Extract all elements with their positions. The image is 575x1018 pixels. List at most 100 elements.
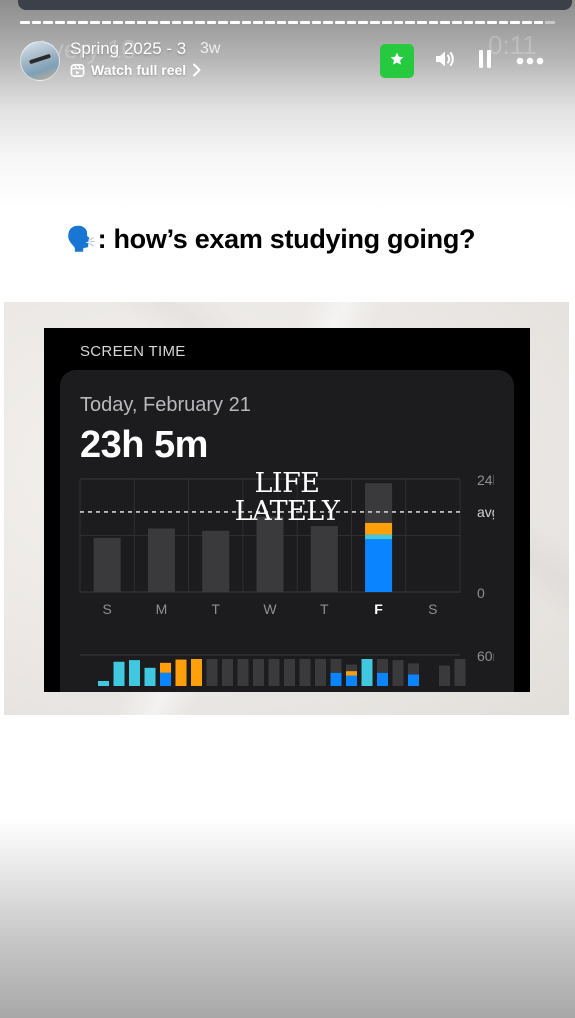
day-bar — [147, 528, 175, 592]
progress-segment — [416, 21, 427, 24]
hour-bar-segment — [237, 659, 249, 686]
day-label: T — [211, 601, 220, 617]
hour-bar-segment — [377, 672, 388, 686]
progress-segment — [370, 21, 380, 24]
chevron-right-icon — [192, 63, 202, 77]
day-bar — [93, 537, 121, 592]
avatar[interactable] — [20, 41, 60, 81]
hour-bar-segment — [454, 659, 466, 686]
mute-button[interactable] — [433, 50, 457, 72]
day-label: S — [428, 601, 437, 617]
progress-segment — [276, 21, 287, 24]
progress-segment — [101, 21, 112, 24]
progress-segment — [521, 21, 532, 24]
screen-time-screenshot: SCREEN TIME Today, February 21 23h 5m SM… — [44, 328, 530, 692]
progress-segment — [405, 21, 415, 24]
progress-segment — [533, 21, 544, 24]
reel-icon — [70, 63, 85, 78]
day-bar-segment — [365, 539, 393, 592]
screen-time-date: Today, February 21 — [80, 394, 251, 416]
life-lately-watermark: LIFE LATELY — [224, 470, 350, 526]
progress-segment — [195, 21, 205, 24]
hour-bar-segment — [330, 659, 342, 673]
progress-segment — [545, 21, 555, 24]
hour-bar-segment — [160, 662, 171, 673]
progress-segment — [66, 21, 77, 24]
progress-segment — [335, 21, 345, 24]
hour-bar-segment — [439, 665, 450, 686]
progress-segment — [148, 21, 159, 24]
day-bar — [256, 516, 284, 592]
more-dots-icon — [516, 52, 544, 70]
hour-bar-segment — [299, 659, 311, 686]
close-friends-star-button[interactable] — [380, 44, 414, 78]
progress-segment — [55, 21, 65, 24]
screen-time-label: SCREEN TIME — [80, 343, 186, 360]
story-title[interactable]: Spring 2025 - 3 — [70, 39, 186, 59]
y-tick-label: 24h — [477, 472, 494, 488]
progress-segment — [206, 21, 217, 24]
story-progress-bar — [20, 21, 555, 24]
day-bar-segment — [365, 522, 393, 535]
progress-segment — [241, 21, 252, 24]
hour-bar-segment — [408, 663, 419, 675]
progress-segment — [463, 21, 474, 24]
hour-bar-segment — [346, 675, 357, 686]
caption-text: : how’s exam studying going? — [97, 224, 476, 254]
hour-bar-segment — [144, 667, 156, 686]
progress-segment — [43, 21, 54, 24]
hour-bar-segment — [392, 660, 404, 686]
progress-segment — [230, 21, 240, 24]
progress-segment — [136, 21, 147, 24]
hour-bar-segment — [113, 661, 125, 686]
progress-segment — [440, 21, 450, 24]
progress-segment — [90, 21, 100, 24]
hour-bar-segment — [346, 664, 357, 672]
day-bar — [310, 526, 338, 592]
hour-bar-segment — [160, 672, 171, 686]
time-ago: 3w — [200, 40, 221, 57]
more-options-button[interactable] — [515, 52, 545, 70]
progress-segment — [510, 21, 520, 24]
hour-bar-segment — [222, 659, 233, 686]
speaker-icon — [434, 49, 456, 74]
hour-bar-segment — [330, 672, 342, 686]
progress-segment — [311, 21, 322, 24]
progress-segment — [265, 21, 275, 24]
day-label: W — [263, 601, 277, 617]
hour-bar-segment — [315, 659, 326, 686]
watch-full-reel-label: Watch full reel — [91, 62, 187, 78]
hourly-y-tick-label: 60m — [477, 648, 494, 664]
progress-segment — [358, 21, 369, 24]
pause-button[interactable] — [476, 49, 494, 74]
progress-segment — [393, 21, 404, 24]
progress-segment — [346, 21, 357, 24]
hour-bar-segment — [268, 659, 280, 686]
pause-icon — [478, 49, 492, 74]
star-icon — [389, 51, 405, 72]
hour-bar-segment — [408, 674, 419, 686]
previous-story-strip[interactable] — [18, 0, 572, 10]
progress-segment — [125, 21, 135, 24]
progress-segment — [20, 21, 30, 24]
day-bar-segment — [365, 534, 393, 540]
day-label: S — [102, 601, 111, 617]
day-bar-segment — [365, 483, 393, 523]
speaking-head-icon: 🗣️ — [66, 226, 96, 253]
hour-bar-segment — [98, 681, 109, 686]
hour-bar-segment — [361, 659, 373, 686]
progress-segment — [475, 21, 485, 24]
progress-segment — [428, 21, 439, 24]
watermark-line-2: LATELY — [234, 496, 340, 527]
watermark-line-1: LIFE — [254, 468, 320, 499]
progress-segment — [31, 21, 42, 24]
hour-bar-segment — [346, 671, 357, 676]
day-label: T — [320, 601, 329, 617]
hour-bar-segment — [191, 659, 202, 686]
progress-segment — [171, 21, 182, 24]
progress-segment — [498, 21, 509, 24]
watch-full-reel-link[interactable]: Watch full reel — [70, 62, 202, 78]
progress-segment — [288, 21, 299, 24]
hour-bar-segment — [206, 659, 218, 686]
progress-segment — [381, 21, 392, 24]
